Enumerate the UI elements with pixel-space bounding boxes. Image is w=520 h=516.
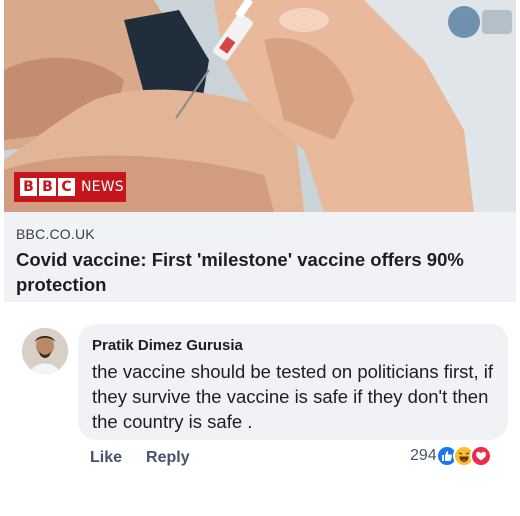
link-headline[interactable]: Covid vaccine: First 'milestone' vaccine…: [16, 247, 496, 297]
reaction-summary[interactable]: 294: [410, 444, 492, 468]
profile-photo-icon: [22, 328, 68, 374]
comment-author[interactable]: Pratik Dimez Gurusia: [92, 337, 494, 354]
comment-actions: Like Reply: [90, 446, 190, 470]
comment-bubble: Pratik Dimez Gurusia the vaccine should …: [78, 324, 508, 440]
bbc-logo-news-text: NEWS: [81, 179, 124, 195]
comment-text: the vaccine should be tested on politici…: [92, 361, 494, 432]
bbc-logo-letter: C: [58, 178, 75, 196]
bbc-logo-letter: B: [39, 178, 56, 196]
reply-button[interactable]: Reply: [146, 449, 190, 467]
link-domain: BBC.CO.UK: [16, 226, 95, 242]
reaction-count: 294: [410, 447, 437, 464]
avatar[interactable]: [22, 328, 68, 374]
love-icon: [469, 445, 492, 467]
bbc-logo-letter: B: [20, 178, 37, 196]
link-preview-meta[interactable]: BBC.CO.UK Covid vaccine: First 'mileston…: [4, 212, 516, 302]
link-preview-card[interactable]: B B C NEWS BBC.CO.UK Covid vaccine: Firs…: [4, 0, 516, 302]
article-photo[interactable]: B B C NEWS: [4, 0, 516, 212]
bbc-news-logo: B B C NEWS: [14, 172, 126, 202]
facebook-post-screenshot: B B C NEWS BBC.CO.UK Covid vaccine: Firs…: [0, 0, 520, 516]
like-button[interactable]: Like: [90, 449, 122, 467]
